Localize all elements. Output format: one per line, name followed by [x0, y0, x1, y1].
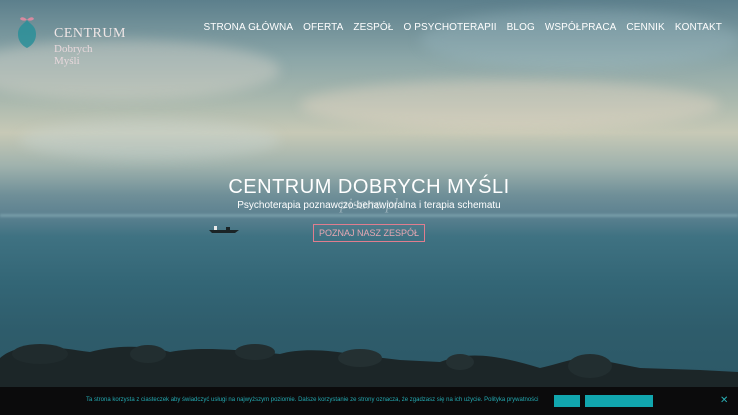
nav-item-kontakt[interactable]: KONTAKT — [675, 22, 722, 33]
cloud — [20, 120, 280, 160]
horizon — [0, 214, 738, 217]
nav-item-zespol[interactable]: ZESPÓŁ — [353, 22, 393, 33]
nav-item-strona-glowna[interactable]: STRONA GŁÓWNA — [204, 22, 294, 33]
watermark: pisane.pl — [340, 196, 399, 213]
team-cta-button[interactable]: POZNAJ NASZ ZESPÓŁ — [313, 224, 425, 242]
cookie-accept-button[interactable] — [554, 395, 580, 407]
cookie-text: Ta strona korzysta z ciasteczek aby świa… — [86, 397, 539, 403]
cloud — [420, 10, 738, 70]
boat — [209, 226, 239, 233]
nav-item-o-psychoterapii[interactable]: O PSYCHOTERAPII — [403, 22, 496, 33]
butterfly-icon — [18, 17, 36, 48]
main-nav: STRONA GŁÓWNA OFERTA ZESPÓŁ O PSYCHOTERA… — [204, 22, 723, 33]
logo-subtitle: Dobrych Myśli — [54, 43, 93, 67]
cookie-policy-button[interactable] — [585, 395, 653, 407]
cookie-banner: Ta strona korzysta z ciasteczek aby świa… — [0, 387, 738, 415]
cloud — [300, 80, 720, 130]
site-logo[interactable]: CENTRUM Dobrych Myśli — [14, 12, 125, 67]
close-icon[interactable]: ✕ — [720, 395, 728, 406]
nav-item-cennik[interactable]: CENNIK — [626, 22, 664, 33]
logo-title: CENTRUM — [54, 26, 126, 41]
nav-item-wspolpraca[interactable]: WSPÓŁPRACA — [545, 22, 617, 33]
nav-item-oferta[interactable]: OFERTA — [303, 22, 343, 33]
nav-item-blog[interactable]: BLOG — [507, 22, 535, 33]
